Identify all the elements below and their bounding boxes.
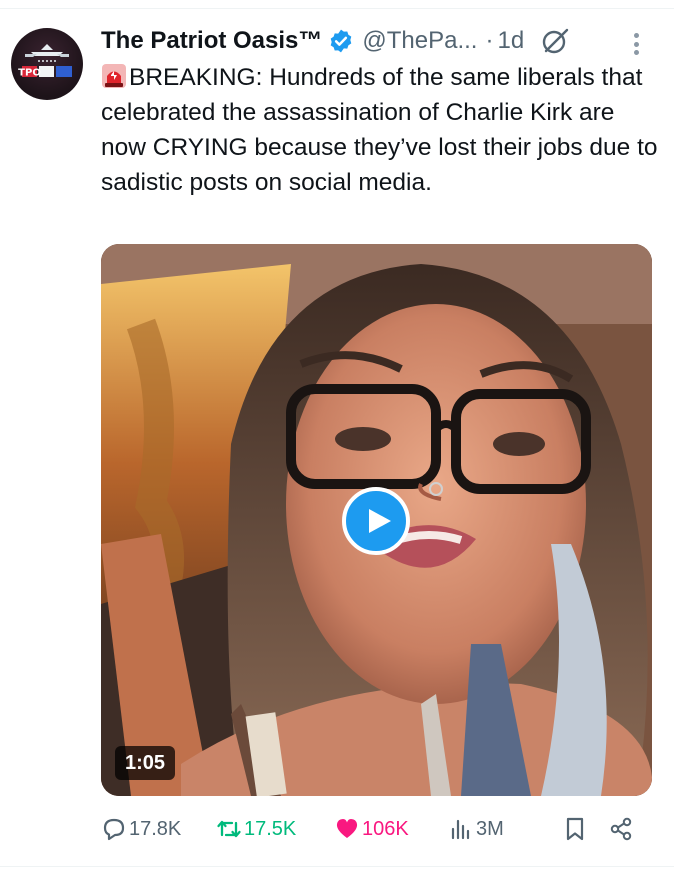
like-count: 106K bbox=[362, 817, 409, 840]
top-divider bbox=[0, 8, 674, 9]
views-button[interactable]: 3M bbox=[448, 812, 504, 846]
action-bar: 17.8K 17.5K 106K 3M bbox=[101, 812, 646, 846]
author-avatar[interactable]: TPO bbox=[11, 28, 83, 100]
view-count: 3M bbox=[476, 817, 504, 840]
verified-badge-icon[interactable] bbox=[328, 28, 354, 54]
share-button[interactable] bbox=[608, 812, 636, 846]
bottom-divider bbox=[0, 866, 674, 867]
like-button[interactable]: 106K bbox=[334, 812, 409, 846]
tweet-text: BREAKING: Hundreds of the same liberals … bbox=[101, 60, 661, 200]
more-options-icon[interactable] bbox=[624, 30, 648, 58]
rotating-light-icon bbox=[102, 64, 126, 88]
share-icon bbox=[610, 817, 632, 841]
video-duration: 1:05 bbox=[115, 746, 176, 780]
author-handle[interactable]: @ThePa... bbox=[362, 27, 477, 55]
play-icon bbox=[368, 509, 391, 533]
grok-icon[interactable] bbox=[540, 26, 570, 56]
reply-button[interactable]: 17.8K bbox=[101, 812, 181, 846]
retweet-count: 17.5K bbox=[244, 817, 297, 840]
bookmark-button[interactable] bbox=[562, 812, 590, 846]
video-player[interactable]: 1:05 bbox=[101, 244, 652, 796]
retweet-button[interactable]: 17.5K bbox=[216, 812, 296, 846]
reply-count: 17.8K bbox=[129, 817, 182, 840]
tweet-header: The Patriot Oasis™ @ThePa... · 1d bbox=[101, 24, 570, 58]
reply-icon bbox=[103, 818, 125, 841]
tweet-body: BREAKING: Hundreds of the same liberals … bbox=[101, 64, 658, 196]
retweet-icon bbox=[217, 820, 241, 838]
avatar-letter-t: TPO bbox=[18, 68, 41, 79]
bar-chart-icon bbox=[451, 819, 470, 840]
bookmark-icon bbox=[566, 817, 584, 841]
author-name[interactable]: The Patriot Oasis™ bbox=[101, 27, 322, 55]
play-button[interactable] bbox=[342, 487, 410, 555]
post-time[interactable]: 1d bbox=[497, 27, 524, 55]
separator-dot: · bbox=[485, 27, 494, 54]
tpo-logo-icon: TPO bbox=[18, 44, 72, 79]
heart-icon bbox=[336, 819, 358, 838]
